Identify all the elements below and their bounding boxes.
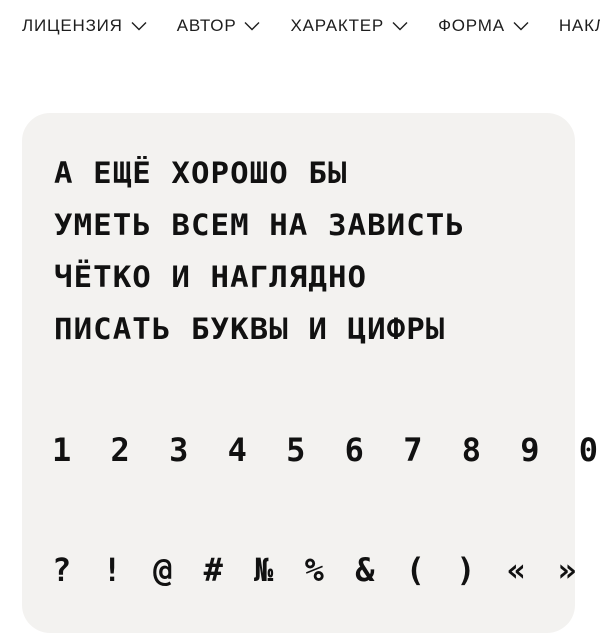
filter-author-label: АВТОР (176, 16, 237, 35)
filter-license-label: ЛИЦЕНЗИЯ (22, 16, 123, 35)
chevron-down-icon (392, 21, 408, 31)
filter-nav: ЛИЦЕНЗИЯ АВТОР ХАРАКТЕР ФОРМА НАКЛОН (22, 16, 600, 36)
filter-character-label: ХАРАКТЕР (290, 16, 385, 35)
filter-slant-label: НАКЛОН (558, 16, 600, 35)
chevron-down-icon (513, 21, 529, 31)
filter-character[interactable]: ХАРАКТЕР (290, 16, 408, 36)
specimen-line: ЧЁТКО И НАГЛЯДНО (54, 260, 368, 294)
specimen-digits: 1 2 3 4 5 6 7 8 9 0 (52, 431, 600, 469)
specimen-text: А ЕЩЁ ХОРОШО БЫ УМЕТЬ ВСЕМ НА ЗАВИСТЬ ЧЁ… (54, 147, 595, 355)
filter-slant[interactable]: НАКЛОН (559, 16, 600, 36)
specimen-symbols: ? ! @ # № % & ( ) « » (52, 551, 583, 589)
chevron-down-icon (244, 21, 260, 31)
font-specimen-card: А ЕЩЁ ХОРОШО БЫ УМЕТЬ ВСЕМ НА ЗАВИСТЬ ЧЁ… (22, 113, 598, 633)
filter-author[interactable]: АВТОР (177, 16, 261, 36)
filter-form[interactable]: ФОРМА (438, 16, 529, 36)
specimen-line: ПИСАТЬ БУКВЫ И ЦИФРЫ (54, 312, 446, 346)
specimen-line: УМЕТЬ ВСЕМ НА ЗАВИСТЬ (54, 208, 465, 242)
specimen-line: А ЕЩЁ ХОРОШО БЫ (54, 156, 348, 190)
filter-license[interactable]: ЛИЦЕНЗИЯ (22, 16, 147, 36)
chevron-down-icon (131, 21, 147, 31)
filter-form-label: ФОРМА (438, 16, 505, 35)
